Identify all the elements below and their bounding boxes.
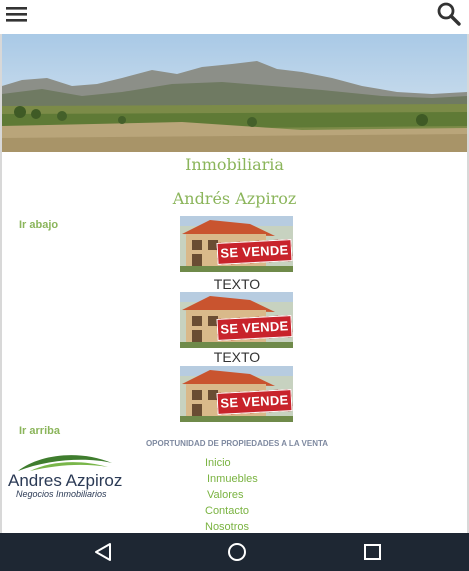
logo-name: Andres Azpiroz <box>8 471 123 490</box>
footer-link-contacto[interactable]: Contacto <box>205 503 258 519</box>
se-vende-badge: SE VENDE <box>216 239 293 265</box>
hamburger-menu-icon[interactable] <box>5 4 29 24</box>
se-vende-badge: SE VENDE <box>216 315 293 341</box>
property-card[interactable]: SE VENDE <box>180 292 293 348</box>
property-card[interactable]: SE VENDE <box>180 216 293 272</box>
se-vende-badge: SE VENDE <box>216 389 293 415</box>
scroll-up-link[interactable]: Ir arriba <box>19 425 60 437</box>
sale-banner-text: OPORTUNIDAD DE PROPIEDADES A LA VENTA <box>145 439 329 448</box>
home-circle-icon[interactable] <box>225 541 249 563</box>
footer-link-valores[interactable]: Valores <box>207 487 258 503</box>
back-triangle-icon[interactable] <box>92 541 116 563</box>
android-navigation-bar <box>0 533 469 571</box>
property-caption: TEXTO <box>213 349 261 365</box>
hero-landscape-image <box>2 34 467 152</box>
property-card[interactable]: SE VENDE <box>180 366 293 422</box>
footer-nav: Inicio Inmuebles Valores Contacto Nosotr… <box>205 455 258 535</box>
logo-tagline: Negocios Inmobiliarios <box>16 489 107 499</box>
footer-link-inicio[interactable]: Inicio <box>205 455 258 471</box>
page-subtitle: Andrés Azpiroz <box>172 189 297 208</box>
company-logo[interactable]: Andres Azpiroz Negocios Inmobiliarios <box>8 451 143 503</box>
property-caption: TEXTO <box>213 276 261 292</box>
search-icon[interactable] <box>436 1 462 27</box>
top-bar <box>0 0 469 34</box>
page-title: Inmobiliaria <box>185 155 284 174</box>
scroll-down-link[interactable]: Ir abajo <box>19 219 58 231</box>
recent-apps-square-icon[interactable] <box>361 541 385 563</box>
footer-link-inmuebles[interactable]: Inmuebles <box>207 471 258 487</box>
